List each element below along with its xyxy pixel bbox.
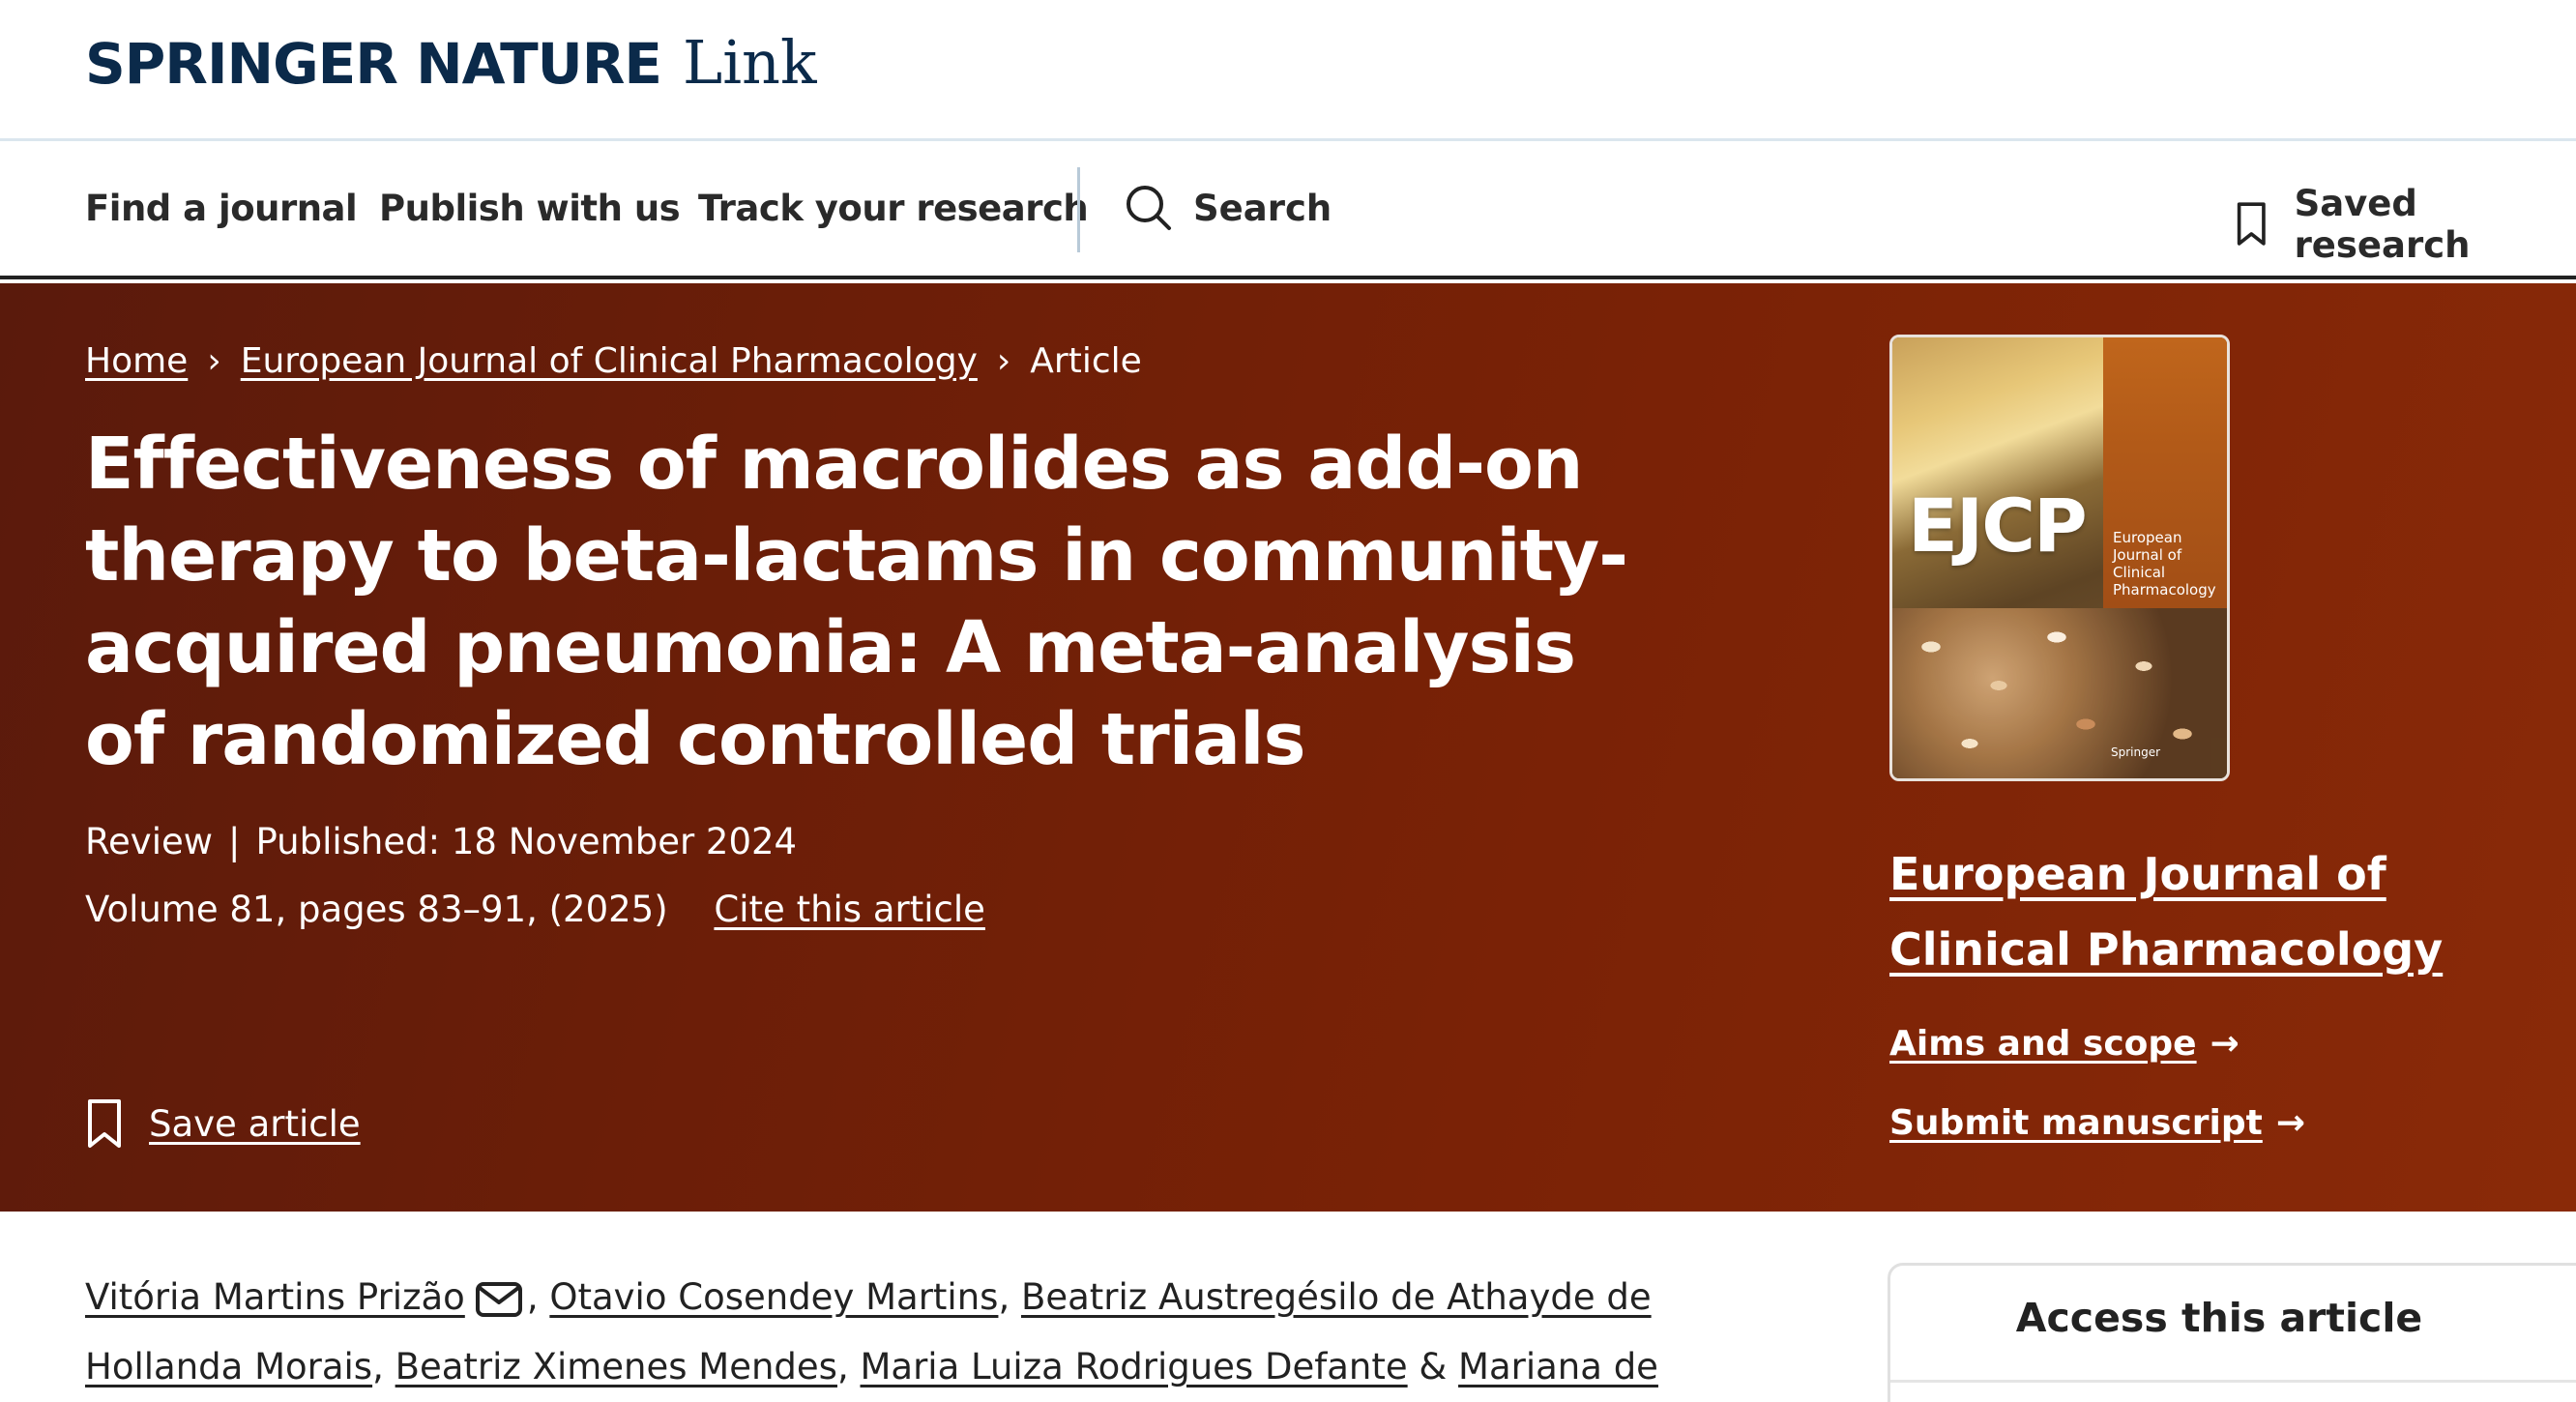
article-type: Review: [85, 821, 214, 862]
arrow-right-icon: →: [2275, 1103, 2305, 1143]
submit-manuscript-label: Submit manuscript: [1889, 1103, 2263, 1143]
nav-publish-with-us[interactable]: Publish with us: [379, 188, 681, 229]
journal-cover-image[interactable]: EJCP European Journal of Clinical Pharma…: [1889, 335, 2230, 781]
breadcrumb-home[interactable]: Home: [85, 341, 188, 381]
nav-track-research[interactable]: Track your research: [698, 188, 1089, 229]
published-date: Published: 18 November 2024: [255, 821, 798, 862]
save-article-label: Save article: [149, 1102, 361, 1145]
breadcrumb: Home › European Journal of Clinical Phar…: [85, 341, 1142, 381]
email-icon[interactable]: [475, 1280, 523, 1319]
search-label: Search: [1193, 187, 1332, 229]
access-divider: [1890, 1380, 2576, 1383]
nav-divider: [1077, 167, 1080, 252]
springer-nature-logo[interactable]: SPRINGER NATURE Link: [85, 27, 817, 104]
article-title: Effectiveness of macrolides as add-on th…: [85, 423, 1628, 781]
meta-separator: |: [228, 821, 241, 862]
bookmark-icon: [88, 1099, 121, 1148]
nav-saved-research[interactable]: Saved research: [2236, 183, 2576, 266]
aims-scope-label: Aims and scope: [1889, 1024, 2197, 1064]
nav-search-button[interactable]: Search: [1124, 183, 1332, 233]
cover-publisher: Springer: [2111, 745, 2161, 759]
logo-bar: SPRINGER NATURE Link: [0, 0, 2576, 141]
author-link[interactable]: Otavio Cosendey Martins: [549, 1276, 998, 1318]
cite-article-link[interactable]: Cite this article: [714, 889, 984, 930]
logo-brand: SPRINGER NATURE: [85, 31, 662, 97]
aims-scope-link[interactable]: Aims and scope →: [1889, 1024, 2239, 1064]
save-article-button[interactable]: Save article: [85, 1097, 361, 1150]
chevron-right-icon: ›: [207, 341, 221, 381]
breadcrumb-journal[interactable]: European Journal of Clinical Pharmacolog…: [241, 341, 978, 381]
bookmark-icon: [2237, 202, 2266, 246]
author-ampersand: &: [1419, 1346, 1448, 1387]
author-link[interactable]: Vitória Martins Prizão: [85, 1276, 465, 1318]
saved-research-label: Saved research: [2294, 183, 2471, 266]
cover-abbrev: EJCP: [1908, 482, 2088, 569]
cover-pills-image: [1892, 608, 2227, 778]
cover-journal-name: European Journal of Clinical Pharmacolog…: [2113, 529, 2216, 599]
journal-title-link[interactable]: European Journal of Clinical Pharmacolog…: [1889, 836, 2508, 987]
volume-info: Volume 81, pages 83–91, (2025): [85, 889, 668, 930]
breadcrumb-current: Article: [1030, 341, 1142, 381]
chevron-right-icon: ›: [996, 341, 1011, 381]
search-icon: [1127, 186, 1171, 230]
author-link[interactable]: Beatriz Ximenes Mendes: [395, 1346, 837, 1387]
access-title: Access this article: [2015, 1295, 2423, 1341]
arrow-right-icon: →: [2210, 1024, 2239, 1064]
article-hero: Home › European Journal of Clinical Phar…: [0, 283, 2576, 1212]
main-nav: Find a journal Publish with us Track you…: [0, 144, 2576, 279]
author-list: Vitória Martins Prizão , Otavio Cosendey…: [85, 1263, 1748, 1402]
logo-link-text: Link: [683, 27, 817, 98]
article-meta: Review | Published: 18 November 2024: [85, 821, 797, 862]
submit-manuscript-link[interactable]: Submit manuscript →: [1889, 1103, 2305, 1143]
nav-find-journal[interactable]: Find a journal: [85, 188, 358, 229]
access-article-box: Access this article: [1888, 1263, 2576, 1402]
author-link[interactable]: Maria Luiza Rodrigues Defante: [861, 1346, 1408, 1387]
article-volume-line: Volume 81, pages 83–91, (2025) Cite this…: [85, 889, 985, 930]
